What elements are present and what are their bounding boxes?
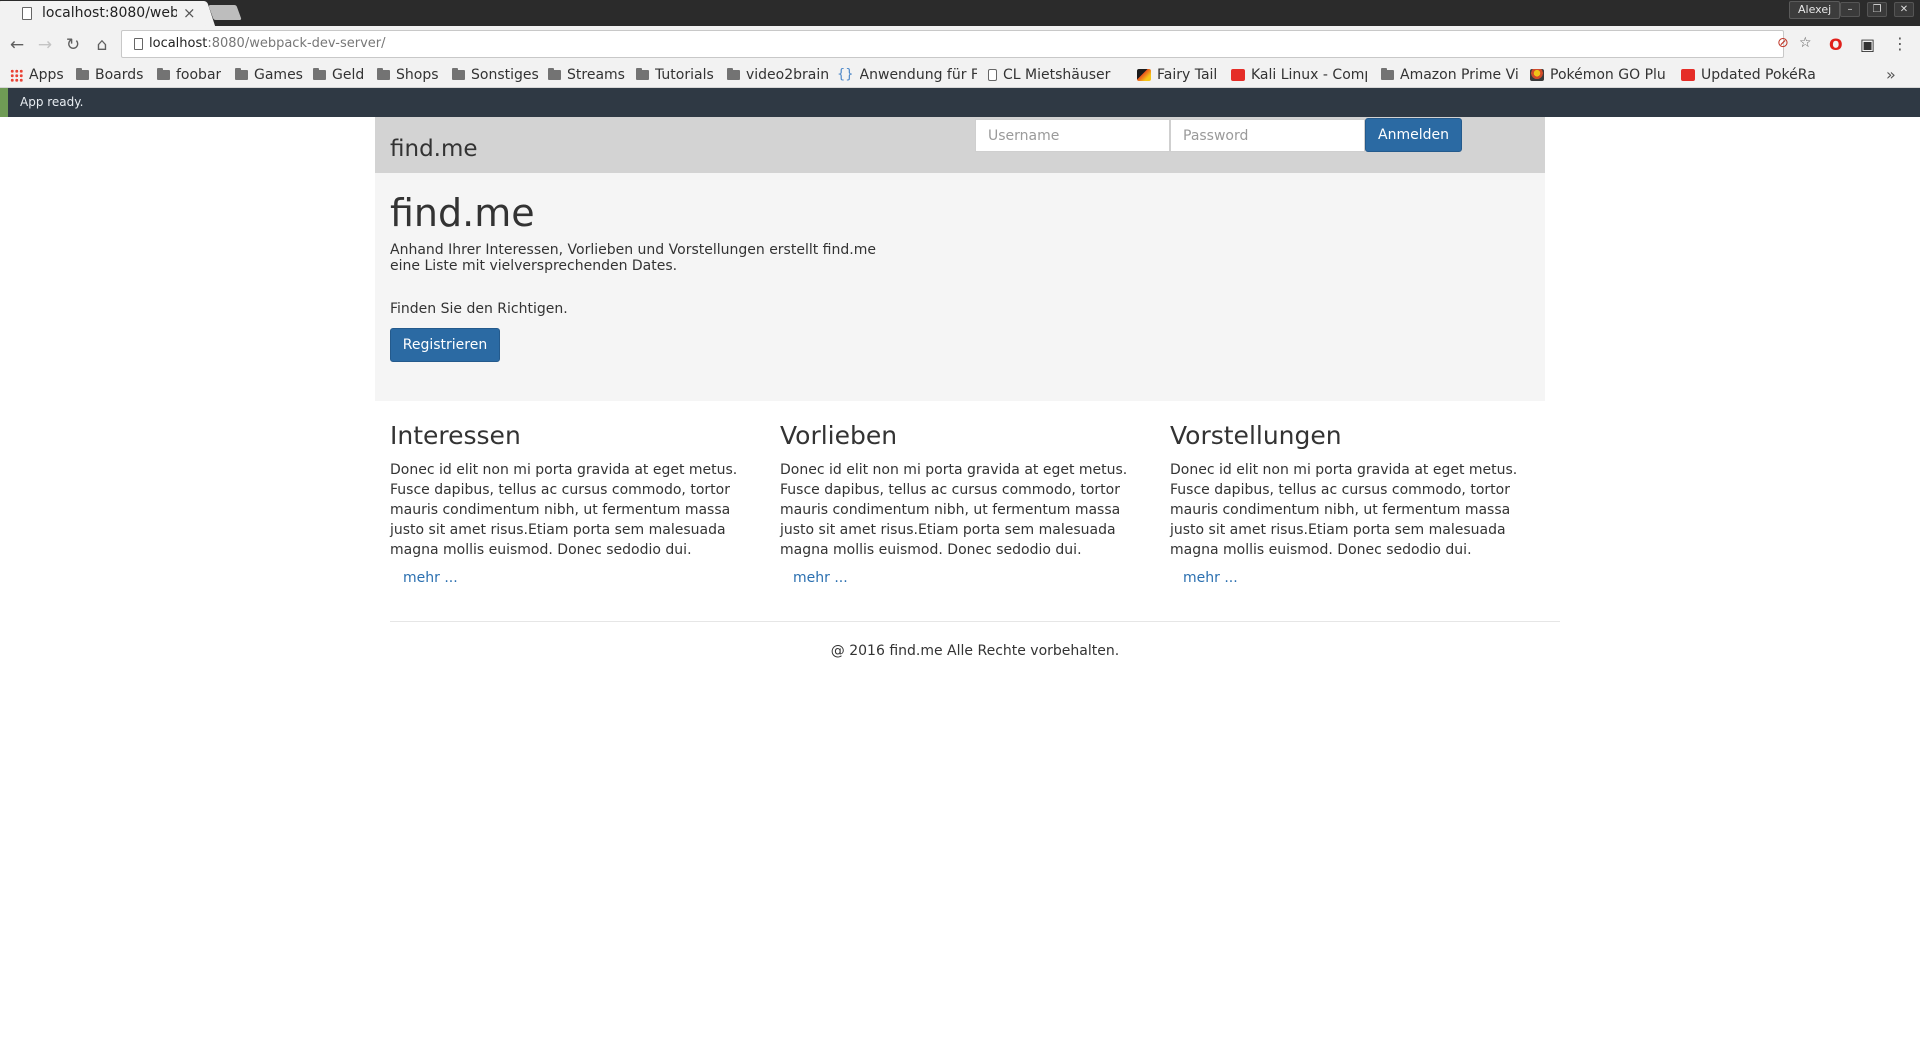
folder-icon bbox=[727, 68, 740, 80]
close-window-icon[interactable]: ✕ bbox=[1894, 2, 1914, 17]
hero-lead: Anhand Ihrer Interessen, Vorlieben und V… bbox=[390, 242, 876, 274]
bookmark-folder-video2brain[interactable]: video2brain bbox=[727, 67, 829, 83]
tab-close-icon[interactable]: × bbox=[183, 4, 196, 22]
opera-extension-icon[interactable]: O bbox=[1829, 35, 1843, 55]
folder-icon bbox=[157, 68, 170, 80]
profile-button[interactable]: Alexej bbox=[1789, 1, 1841, 19]
folder-icon bbox=[548, 68, 561, 80]
address-bar[interactable]: localhost:8080/webpack-dev-server/ ⊘ ☆ bbox=[121, 30, 1812, 58]
folder-icon bbox=[313, 68, 326, 80]
forward-icon[interactable]: → bbox=[34, 34, 56, 56]
bookmark-updated-pokerap[interactable]: Updated PokéRa bbox=[1681, 67, 1816, 83]
register-button[interactable]: Registrieren bbox=[390, 328, 500, 362]
feature-column-vorstellungen: Vorstellungen Donec id elit non mi porta… bbox=[1170, 421, 1530, 586]
browser-menu-icon[interactable]: ⋮ bbox=[1892, 34, 1908, 54]
folder-icon bbox=[636, 68, 649, 80]
hero-section: find.me Anhand Ihrer Interessen, Vorlieb… bbox=[375, 173, 1545, 401]
bookmark-folder-geld[interactable]: Geld bbox=[313, 67, 364, 83]
bookmark-folder-boards[interactable]: Boards bbox=[76, 67, 143, 83]
bookmark-pokemon-go[interactable]: Pokémon GO Plu bbox=[1530, 67, 1666, 83]
url-text: localhost:8080/webpack-dev-server/ bbox=[149, 36, 386, 51]
extension-icon[interactable]: ▣ bbox=[1860, 35, 1875, 55]
braces-icon: {} bbox=[837, 67, 854, 82]
new-tab-button[interactable] bbox=[208, 5, 242, 20]
column-title: Vorlieben bbox=[780, 421, 898, 450]
brand-logo[interactable]: find.me bbox=[390, 136, 478, 162]
bookmark-folder-sonstiges[interactable]: Sonstiges bbox=[452, 67, 539, 83]
site-navbar: find.me Anmelden bbox=[375, 117, 1545, 173]
column-text: Donec id elit non mi porta gravida at eg… bbox=[390, 462, 738, 558]
column-title: Interessen bbox=[390, 421, 521, 450]
more-link[interactable]: mehr ... bbox=[403, 570, 458, 586]
browser-toolbar: ← → ↻ ⌂ localhost:8080/webpack-dev-serve… bbox=[0, 26, 1920, 64]
youtube-icon bbox=[1231, 69, 1245, 81]
tab-title: localhost:8080/webpack-dev-server/ bbox=[42, 5, 177, 21]
bookmarks-overflow-icon[interactable]: » bbox=[1886, 65, 1896, 84]
bookmark-folder-amazon-prime[interactable]: Amazon Prime Vi bbox=[1381, 67, 1518, 83]
footer-copyright: @ 2016 find.me Alle Rechte vorbehalten. bbox=[830, 643, 1120, 659]
column-title: Vorstellungen bbox=[1170, 421, 1342, 450]
feature-column-vorlieben: Vorlieben Donec id elit non mi porta gra… bbox=[780, 421, 1140, 586]
bookmark-folder-shops[interactable]: Shops bbox=[377, 67, 439, 83]
bookmark-kali-linux[interactable]: Kali Linux - Comp bbox=[1231, 67, 1367, 83]
bookmark-folder-games[interactable]: Games bbox=[235, 67, 303, 83]
home-icon[interactable]: ⌂ bbox=[91, 34, 113, 56]
footer-divider bbox=[390, 621, 1560, 622]
page-icon bbox=[988, 69, 997, 81]
minimize-icon[interactable]: – bbox=[1840, 2, 1860, 17]
youtube-icon bbox=[1681, 69, 1695, 81]
bookmarks-bar: Apps Boards foobar Games Geld Shops Sons… bbox=[0, 64, 1920, 88]
folder-icon bbox=[377, 68, 390, 80]
restore-icon[interactable]: ❐ bbox=[1867, 2, 1887, 17]
browser-tab[interactable]: localhost:8080/webpack-dev-server/ × bbox=[0, 1, 205, 26]
bookmark-fairy-tail[interactable]: Fairy Tail bbox=[1137, 67, 1217, 83]
back-icon[interactable]: ← bbox=[6, 34, 28, 56]
password-input[interactable] bbox=[1170, 119, 1365, 152]
bookmark-folder-tutorials[interactable]: Tutorials bbox=[636, 67, 714, 83]
folder-icon bbox=[452, 68, 465, 80]
more-link[interactable]: mehr ... bbox=[1183, 570, 1238, 586]
page-info-icon[interactable] bbox=[134, 38, 143, 50]
bookmark-apps[interactable]: Apps bbox=[10, 67, 64, 83]
bookmark-folder-foobar[interactable]: foobar bbox=[157, 67, 221, 83]
browser-tabstrip: localhost:8080/webpack-dev-server/ × Ale… bbox=[0, 0, 1920, 26]
fairy-tail-icon bbox=[1137, 69, 1151, 81]
pokemon-icon bbox=[1530, 69, 1544, 81]
folder-icon bbox=[235, 68, 248, 80]
more-link[interactable]: mehr ... bbox=[793, 570, 848, 586]
reload-icon[interactable]: ↻ bbox=[62, 34, 84, 56]
hero-subline: Finden Sie den Richtigen. bbox=[390, 301, 568, 317]
folder-icon bbox=[1381, 68, 1394, 80]
translate-blocked-icon[interactable]: ⊘ bbox=[1777, 35, 1789, 51]
apps-grid-icon bbox=[10, 68, 23, 82]
bookmark-folder-streams[interactable]: Streams bbox=[548, 67, 625, 83]
column-text: Donec id elit non mi porta gravida at eg… bbox=[780, 462, 1128, 558]
bookmark-star-icon[interactable]: ☆ bbox=[1799, 35, 1812, 51]
dev-server-status-bar: App ready. bbox=[0, 88, 1920, 117]
login-button[interactable]: Anmelden bbox=[1365, 118, 1462, 152]
username-input[interactable] bbox=[975, 119, 1170, 152]
hero-title: find.me bbox=[390, 191, 535, 235]
feature-column-interessen: Interessen Donec id elit non mi porta gr… bbox=[390, 421, 750, 586]
status-text: App ready. bbox=[20, 95, 84, 109]
column-text: Donec id elit non mi porta gravida at eg… bbox=[1170, 462, 1518, 558]
bookmark-cl-mietshaeuser[interactable]: CL Mietshäuser R bbox=[988, 67, 1115, 83]
folder-icon bbox=[76, 68, 89, 80]
page-icon bbox=[22, 7, 32, 20]
status-indicator bbox=[0, 88, 8, 117]
bookmark-anwendung[interactable]: {} Anwendung für F bbox=[837, 67, 977, 83]
